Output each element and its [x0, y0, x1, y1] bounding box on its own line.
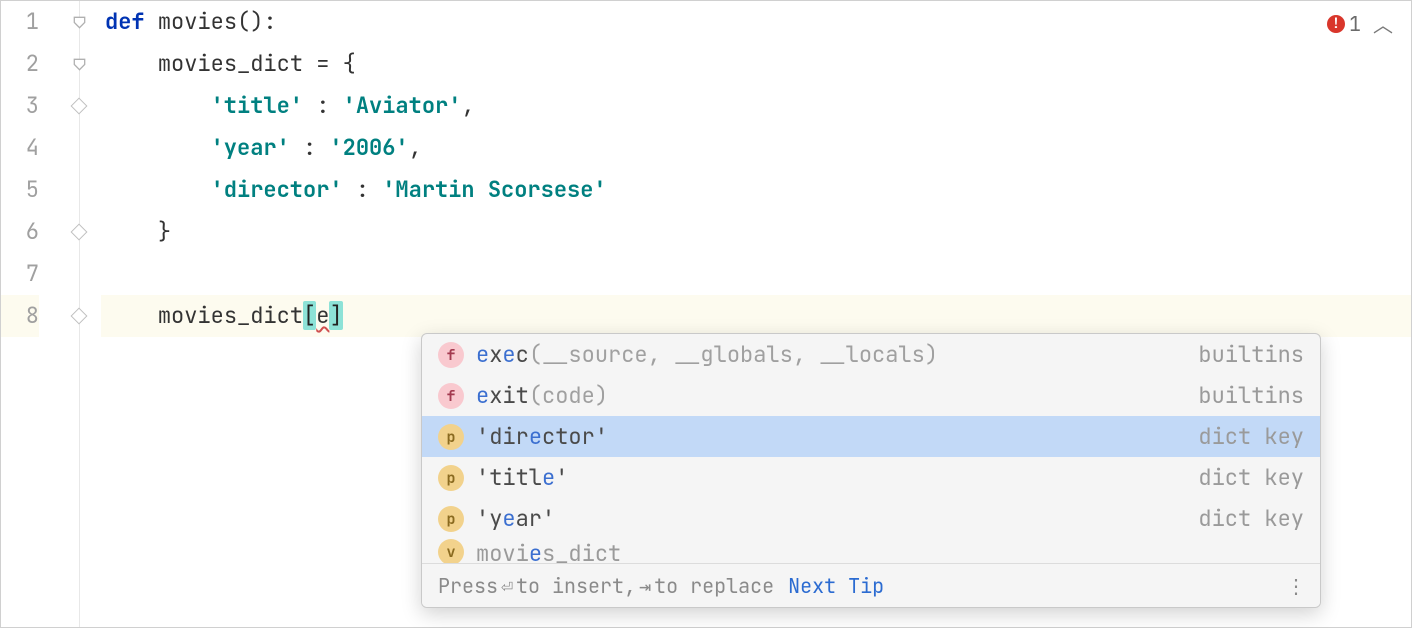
fold-marker-icon	[71, 224, 88, 241]
completion-label: movies_dict	[476, 539, 1304, 563]
kind-function-icon: f	[438, 383, 464, 409]
completion-statusbar: Press ⏎ to insert, ⇥ to replace Next Tip…	[422, 563, 1320, 607]
completion-item[interactable]: p 'year' dict key	[422, 498, 1320, 539]
completion-tail: dict key	[1198, 422, 1304, 451]
completion-item[interactable]: f exit(code) builtins	[422, 375, 1320, 416]
enter-key-icon: ⏎	[498, 573, 516, 599]
fold-toggle-icon[interactable]	[73, 58, 86, 71]
string-literal: 'director'	[211, 175, 343, 204]
code-line-active[interactable]: movies_dict[e]	[101, 295, 1411, 337]
completion-tail: dict key	[1198, 504, 1304, 533]
kind-parameter-icon: p	[438, 424, 464, 450]
completion-tail: dict key	[1198, 463, 1304, 492]
code-line[interactable]: movies_dict = {	[101, 43, 1411, 85]
completion-item[interactable]: p 'title' dict key	[422, 457, 1320, 498]
completion-tail: builtins	[1198, 340, 1304, 369]
kind-parameter-icon: p	[438, 465, 464, 491]
completion-item-selected[interactable]: p 'director' dict key	[422, 416, 1320, 457]
completion-label: exec(__source, __globals, __locals)	[476, 340, 1198, 369]
bracket-highlight: [	[303, 301, 316, 330]
code-line[interactable]	[101, 253, 1411, 295]
line-number: 4	[1, 127, 39, 169]
error-count: 1	[1349, 11, 1361, 37]
string-literal: 'Aviator'	[343, 91, 462, 120]
error-token: e	[316, 301, 329, 330]
code-line[interactable]: 'title' : 'Aviator',	[101, 85, 1411, 127]
status-text: Press	[438, 573, 498, 599]
line-number: 8	[1, 295, 39, 337]
code-line[interactable]: }	[101, 211, 1411, 253]
code-line[interactable]: def movies():	[101, 1, 1411, 43]
kebab-menu-icon[interactable]: ⋮	[1286, 573, 1304, 599]
fold-gutter	[53, 1, 101, 627]
string-literal: '2006'	[329, 133, 408, 162]
status-text: to insert,	[516, 573, 636, 599]
line-number: 3	[1, 85, 39, 127]
fold-toggle-icon[interactable]	[73, 16, 86, 29]
kind-function-icon: f	[438, 342, 464, 368]
code-line[interactable]: 'year' : '2006',	[101, 127, 1411, 169]
tab-key-icon: ⇥	[636, 573, 654, 599]
fold-marker-icon	[71, 308, 88, 325]
code-line[interactable]: 'director' : 'Martin Scorsese'	[101, 169, 1411, 211]
string-literal: 'Martin Scorsese'	[382, 175, 606, 204]
error-icon: !	[1327, 15, 1345, 33]
line-number: 2	[1, 43, 39, 85]
completion-popup[interactable]: f exec(__source, __globals, __locals) bu…	[421, 333, 1321, 608]
kind-parameter-icon: p	[438, 506, 464, 532]
keyword: def	[105, 7, 145, 36]
line-number: 6	[1, 211, 39, 253]
line-number: 5	[1, 169, 39, 211]
code-editor[interactable]: 1 2 3 4 5 6 7 8 def movies(): movies_dic…	[1, 1, 1411, 627]
completion-tail: builtins	[1198, 381, 1304, 410]
string-literal: 'year'	[211, 133, 290, 162]
completion-item[interactable]: f exec(__source, __globals, __locals) bu…	[422, 334, 1320, 375]
completion-label: 'director'	[476, 422, 1198, 451]
code-area[interactable]: def movies(): movies_dict = { 'title' : …	[101, 1, 1411, 627]
completion-label: exit(code)	[476, 381, 1198, 410]
line-number: 7	[1, 253, 39, 295]
completion-item-partial[interactable]: v movies_dict	[422, 539, 1320, 563]
kind-variable-icon: v	[438, 539, 464, 563]
line-number: 1	[1, 1, 39, 43]
error-badge[interactable]: ! 1	[1327, 11, 1361, 37]
completion-label: 'year'	[476, 504, 1198, 533]
inspection-widget[interactable]: ! 1 ︿	[1327, 9, 1393, 38]
identifier: movies_dict	[158, 301, 303, 330]
line-number-gutter: 1 2 3 4 5 6 7 8	[1, 1, 53, 627]
completion-label: 'title'	[476, 463, 1198, 492]
fold-marker-icon	[71, 98, 88, 115]
bracket-highlight: ]	[329, 301, 342, 330]
next-tip-link[interactable]: Next Tip	[788, 573, 884, 599]
string-literal: 'title'	[211, 91, 303, 120]
status-text: to replace	[654, 573, 774, 599]
function-name: movies	[158, 7, 237, 36]
chevron-up-icon[interactable]: ︿	[1373, 9, 1393, 38]
